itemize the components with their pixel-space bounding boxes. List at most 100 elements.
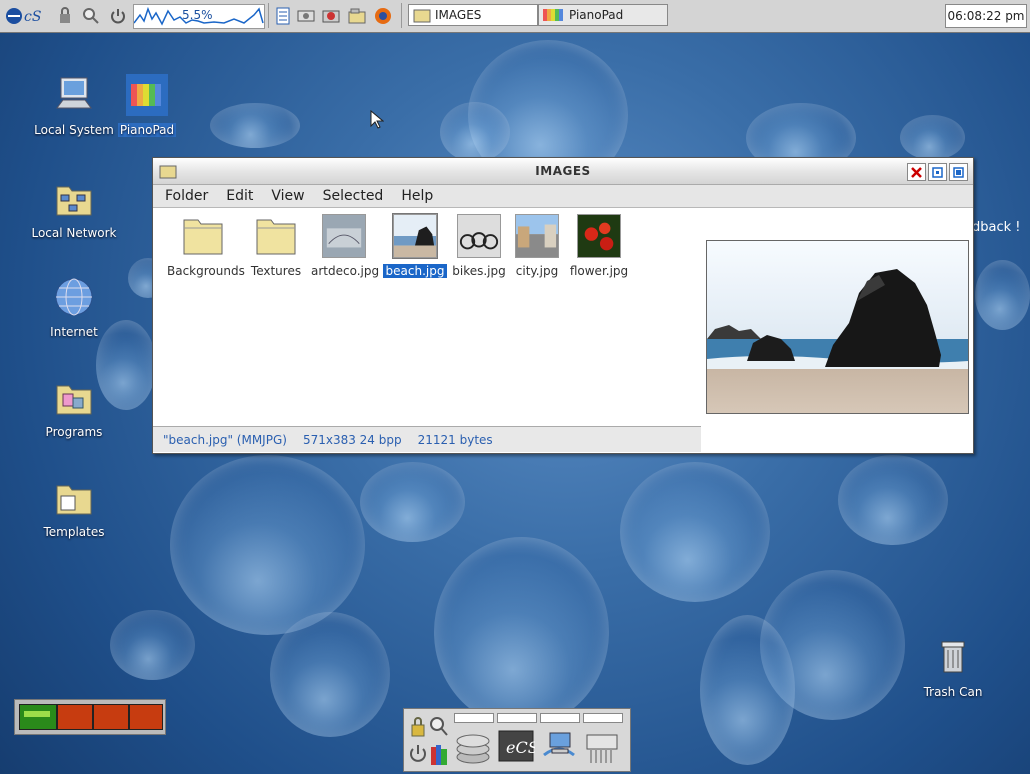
lock-button[interactable] xyxy=(55,4,75,27)
maximize-button[interactable] xyxy=(928,163,947,181)
desktop-icon-label: PianoPad xyxy=(117,123,177,137)
shutdown-button[interactable] xyxy=(408,741,428,767)
taskbar: cS 5.5% IMAGES PianoPad 06:08:22 pm xyxy=(0,0,1030,33)
disk-button[interactable] xyxy=(454,723,492,767)
find-button[interactable] xyxy=(429,715,449,739)
file-label: city.jpg xyxy=(515,264,559,278)
power-icon xyxy=(111,8,125,23)
network-button[interactable] xyxy=(540,723,578,767)
beach-preview-image xyxy=(706,240,969,414)
power-icon xyxy=(410,745,426,762)
firefox-icon xyxy=(375,7,391,24)
window-list-button[interactable] xyxy=(273,4,293,27)
file-item-artdeco[interactable]: artdeco.jpg xyxy=(311,214,380,278)
folder-tools-icon xyxy=(348,8,366,23)
task-label: IMAGES xyxy=(435,8,482,22)
folder-icon[interactable] xyxy=(159,163,177,179)
desktop-icon-trash-can[interactable]: Trash Can xyxy=(903,636,1003,699)
books-button[interactable] xyxy=(429,741,449,767)
menu-view[interactable]: View xyxy=(271,188,304,204)
folder-icon xyxy=(256,219,296,255)
drives-button[interactable] xyxy=(296,4,316,27)
city-thumbnail xyxy=(515,214,559,258)
task-label: PianoPad xyxy=(569,8,624,22)
desktop-icon-internet[interactable]: Internet xyxy=(24,276,124,339)
desktop-icon-pianopad[interactable]: PianoPad xyxy=(97,74,197,137)
images-window: IMAGES Folder Edit View Selected Help Ba… xyxy=(152,157,974,454)
svg-text:cS: cS xyxy=(24,9,41,25)
security-icon xyxy=(322,10,340,22)
status-file: "beach.jpg" (MMJPG) xyxy=(163,432,287,447)
magnifier-icon xyxy=(430,717,448,736)
lock-icon xyxy=(411,717,425,737)
disk-stack-icon xyxy=(456,734,490,764)
desktop-icon-programs[interactable]: Programs xyxy=(24,376,124,439)
file-item-bikes[interactable]: bikes.jpg xyxy=(449,214,509,278)
meter-slot xyxy=(57,704,93,730)
desktop-icon-label: Templates xyxy=(43,525,105,539)
mouse-cursor-icon xyxy=(370,110,384,129)
shredder-icon xyxy=(586,734,618,763)
shutdown-button[interactable] xyxy=(107,4,129,27)
ecs-launch-button[interactable]: eCS xyxy=(497,723,539,767)
desktop-icon-label: Programs xyxy=(45,425,103,439)
shredder-button[interactable] xyxy=(583,723,621,767)
folder-icon xyxy=(183,219,223,255)
list-icon xyxy=(276,7,290,24)
globe-icon xyxy=(55,278,93,316)
network-computer-icon xyxy=(543,732,575,757)
file-item-city[interactable]: city.jpg xyxy=(509,214,565,278)
lock-button[interactable] xyxy=(408,715,428,739)
ecs-menu-button[interactable]: cS xyxy=(4,4,50,27)
system-monitor[interactable] xyxy=(14,699,166,735)
menu-edit[interactable]: Edit xyxy=(226,188,253,204)
drawer-handle[interactable] xyxy=(583,713,623,723)
task-pianopad[interactable]: PianoPad xyxy=(538,4,668,26)
security-button[interactable] xyxy=(320,4,342,27)
drawer-handle[interactable] xyxy=(497,713,537,723)
magnifier-icon xyxy=(83,7,99,24)
firefox-button[interactable] xyxy=(372,4,394,27)
menu-selected[interactable]: Selected xyxy=(323,188,384,204)
desktop-icon-label: Internet xyxy=(50,325,98,339)
desktop-icon-templates[interactable]: Templates xyxy=(24,476,124,539)
drawer-handle[interactable] xyxy=(454,713,494,723)
file-item-beach[interactable]: beach.jpg xyxy=(383,213,447,278)
minimize-icon xyxy=(953,166,964,178)
cpu-meter-icon xyxy=(19,704,57,730)
file-item-backgrounds[interactable]: Backgrounds xyxy=(167,214,245,278)
drives-icon xyxy=(297,10,315,21)
drawer-handle[interactable] xyxy=(540,713,580,723)
window-title: IMAGES xyxy=(535,164,591,178)
flower-thumbnail xyxy=(577,214,621,258)
status-size: 21121 bytes xyxy=(417,432,493,447)
piano-icon xyxy=(126,74,168,116)
menu-folder[interactable]: Folder xyxy=(165,188,208,204)
window-menubar: Folder Edit View Selected Help xyxy=(153,185,973,208)
file-pane[interactable]: Backgrounds Textures artdeco.jpg beach.j… xyxy=(153,208,701,425)
ecs-logo-icon: eCS xyxy=(498,730,539,762)
file-label: beach.jpg xyxy=(383,264,447,278)
file-label: artdeco.jpg xyxy=(311,264,380,278)
status-dims: 571x383 24 bpp xyxy=(302,432,402,447)
file-label: Backgrounds xyxy=(167,264,245,278)
desktop-icon-local-network[interactable]: Local Network xyxy=(24,177,124,240)
folder-icon xyxy=(413,9,431,23)
bikes-thumbnail xyxy=(457,214,501,258)
lock-icon xyxy=(60,6,70,23)
minimize-button[interactable] xyxy=(949,163,968,181)
task-images[interactable]: IMAGES xyxy=(408,4,538,26)
desktop-icon-label: Trash Can xyxy=(923,685,983,699)
artdeco-thumbnail xyxy=(322,214,366,258)
window-titlebar[interactable]: IMAGES xyxy=(153,158,973,185)
menu-help[interactable]: Help xyxy=(401,188,433,204)
find-button[interactable] xyxy=(80,4,102,27)
file-item-flower[interactable]: flower.jpg xyxy=(567,214,631,278)
folder-button[interactable] xyxy=(346,4,368,27)
file-label: flower.jpg xyxy=(569,264,629,278)
file-item-textures[interactable]: Textures xyxy=(245,214,307,278)
programs-folder-icon xyxy=(56,385,92,415)
close-button[interactable] xyxy=(907,163,926,181)
computer-icon xyxy=(56,77,92,109)
file-label: Textures xyxy=(250,264,302,278)
